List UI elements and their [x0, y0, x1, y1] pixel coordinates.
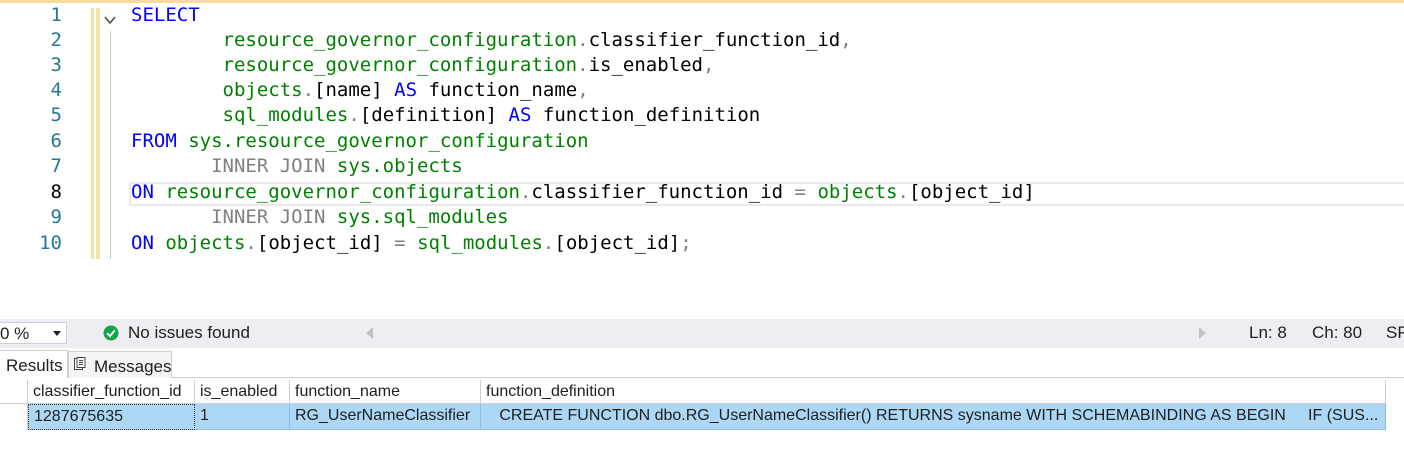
line-number: 3 — [50, 54, 62, 76]
keyword: SELECT — [131, 4, 200, 26]
object-name: resource_governor_configuration — [222, 29, 578, 51]
code-line-3: resource_governor_configuration.is_enabl… — [131, 53, 715, 78]
code-line-2: resource_governor_configuration.classifi… — [131, 28, 852, 53]
column-name: [object_id] — [554, 232, 681, 254]
column-name: is_enabled — [588, 54, 703, 76]
semicolon: ; — [680, 232, 692, 254]
check-circle-icon — [103, 325, 119, 341]
code-line-5: sql_modules.[definition] AS function_def… — [131, 103, 761, 128]
operator: = — [394, 232, 406, 254]
column-header[interactable]: classifier_function_id — [28, 380, 195, 404]
keyword: ON — [131, 232, 154, 254]
keyword: AS — [394, 79, 418, 101]
alias-name: function_name — [428, 79, 578, 101]
line-number: 1 — [50, 4, 62, 26]
tab-results[interactable]: Results — [0, 350, 68, 378]
object-name: sql_modules — [222, 104, 349, 126]
column-name: [name] — [314, 79, 383, 101]
line-number: 9 — [50, 206, 62, 228]
dot: . — [577, 29, 589, 51]
join-keyword: INNER JOIN — [211, 155, 326, 177]
comma: , — [577, 79, 589, 101]
operator: = — [794, 181, 806, 203]
code-line-8: ON resource_governor_configuration.class… — [131, 180, 1035, 205]
results-grid[interactable]: classifier_function_id is_enabled functi… — [0, 379, 1404, 451]
results-tab-strip: Results Messages — [0, 348, 1404, 378]
line-number: 5 — [50, 104, 62, 126]
sql-editor[interactable]: 1 2 3 4 5 6 7 8 9 10 SELECT resource_gov… — [0, 3, 1404, 319]
code-line-9: INNER JOIN sys.sql_modules — [131, 205, 509, 230]
caret-down-icon — [53, 331, 61, 336]
column-header[interactable]: function_definition — [481, 380, 1386, 404]
tab-messages-label: Messages — [94, 357, 172, 376]
dot: . — [348, 104, 360, 126]
zoom-value: 0 % — [0, 324, 30, 343]
line-position: Ln: 8 — [1249, 323, 1287, 342]
dot: . — [577, 54, 589, 76]
tab-results-label: Results — [6, 356, 63, 375]
object-name: sys.resource_governor_configuration — [188, 130, 589, 152]
tab-messages[interactable]: Messages — [68, 351, 172, 378]
change-tracking-bar — [91, 8, 94, 259]
spacing-indicator[interactable]: SP — [1386, 323, 1404, 343]
table-cell[interactable]: RG_UserNameClassifier — [290, 404, 481, 430]
object-name: resource_governor_configuration — [222, 54, 578, 76]
column-name: [definition] — [359, 104, 498, 126]
line-number: 10 — [39, 232, 62, 254]
table-cell[interactable]: 1 — [195, 404, 290, 430]
line-number: 2 — [50, 29, 62, 51]
column-name: classifier_function_id — [531, 181, 784, 203]
dot: . — [519, 181, 532, 203]
row-number-cell[interactable] — [0, 404, 28, 430]
line-number: 4 — [50, 79, 62, 101]
document-icon — [74, 357, 86, 370]
dot: . — [542, 232, 555, 254]
line-number-current: 8 — [50, 181, 62, 203]
code-line-10: ON objects.[object_id] = sql_modules.[ob… — [131, 231, 692, 256]
row-header-corner[interactable] — [0, 380, 28, 404]
column-header[interactable]: function_name — [290, 380, 481, 404]
dot: . — [897, 181, 909, 203]
code-line-1: SELECT — [131, 3, 200, 28]
object-name: resource_governor_configuration — [165, 181, 520, 203]
object-name: objects — [222, 79, 303, 101]
code-line-4: objects.[name] AS function_name, — [131, 78, 589, 103]
object-name: sql_modules — [417, 232, 543, 254]
line-number: 6 — [50, 130, 62, 152]
chevron-down-icon[interactable] — [103, 13, 117, 27]
dot: . — [245, 232, 257, 254]
comma: , — [840, 29, 852, 51]
dot: . — [302, 79, 315, 101]
change-tracking-bar — [96, 8, 100, 259]
table-row[interactable]: 1287675635 1 RG_UserNameClassifier CREAT… — [0, 404, 1386, 430]
code-line-6: FROM sys.resource_governor_configuration — [131, 129, 589, 154]
table-cell[interactable]: 1287675635 — [28, 404, 195, 430]
join-keyword: INNER JOIN — [211, 206, 326, 228]
keyword: FROM — [131, 130, 177, 152]
alias-name: function_definition — [542, 104, 761, 126]
scroll-right-arrow-icon[interactable] — [1199, 327, 1206, 339]
table-cell[interactable]: CREATE FUNCTION dbo.RG_UserNameClassifie… — [481, 404, 1386, 430]
object-name: sys.objects — [336, 155, 463, 177]
comma: , — [702, 54, 715, 76]
column-header[interactable]: is_enabled — [195, 380, 290, 404]
object-name: objects — [817, 181, 898, 203]
keyword: ON — [131, 181, 154, 203]
scroll-left-arrow-icon[interactable] — [366, 327, 373, 339]
keyword: AS — [508, 104, 532, 126]
issues-status[interactable]: No issues found — [128, 323, 250, 343]
char-position: Ch: 80 — [1312, 323, 1363, 342]
column-name: [object_id] — [908, 181, 1035, 203]
code-line-7: INNER JOIN sys.objects — [131, 154, 463, 179]
fold-guide-line — [110, 31, 111, 259]
column-name: [object_id] — [256, 232, 383, 254]
zoom-dropdown[interactable]: 0 % — [0, 322, 67, 344]
column-name: classifier_function_id — [588, 29, 841, 51]
object-name: objects — [165, 232, 246, 254]
line-number: 7 — [50, 155, 62, 177]
editor-status-bar: 0 % No issues found Ln: 8 Ch: 80 SP — [0, 319, 1404, 348]
object-name: sys.sql_modules — [336, 206, 509, 228]
